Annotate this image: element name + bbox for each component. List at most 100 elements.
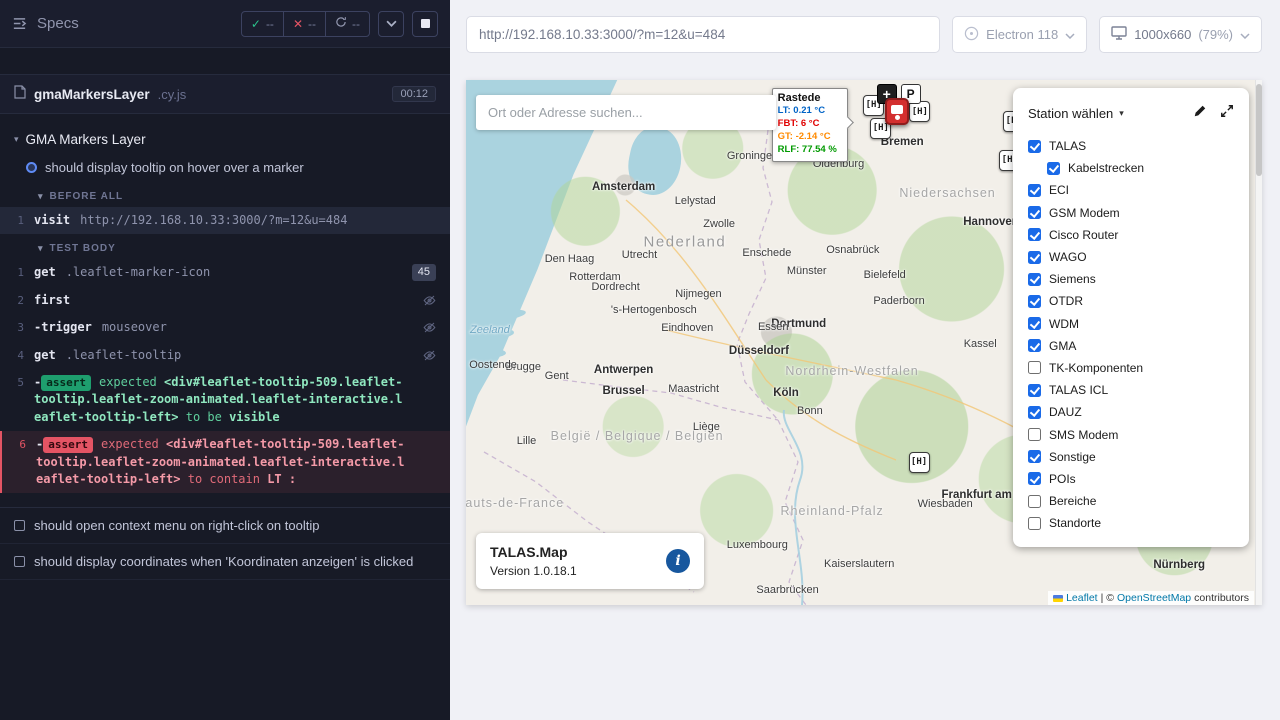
layer-label: WDM [1049,317,1079,331]
layer-checkbox[interactable] [1028,273,1041,286]
layer-item[interactable]: OTDR [1028,290,1234,312]
layer-item[interactable]: WDM [1028,313,1234,335]
layer-item[interactable]: Standorte [1028,512,1234,534]
layer-item[interactable]: Sonstige [1028,446,1234,468]
layer-checkbox[interactable] [1028,228,1041,241]
command-method: first [34,293,70,307]
specs-list-icon[interactable] [12,16,27,31]
layer-item[interactable]: Kabelstrecken [1028,157,1234,179]
layer-checkbox[interactable] [1028,206,1041,219]
spec-duration: 00:12 [392,86,436,102]
station-dropdown[interactable]: Station wählen [1028,106,1113,121]
selected-station-marker[interactable] [885,98,909,125]
layer-checkbox[interactable] [1028,140,1041,153]
tooltip-value: LT: 0.21 °C [778,105,842,118]
check-icon: ✓ [251,17,261,31]
layer-item[interactable]: GMA [1028,335,1234,357]
layer-label: GSM Modem [1049,206,1120,220]
layer-checkbox[interactable] [1047,162,1060,175]
chevron-down-icon: ▾ [38,244,44,253]
layer-item[interactable]: WAGO [1028,246,1234,268]
layer-checkbox[interactable] [1028,295,1041,308]
aut-url[interactable]: http://192.168.10.33:3000/?m=12&u=484 [466,16,940,53]
layer-item[interactable]: Cisco Router [1028,224,1234,246]
stop-icon [421,19,430,28]
map-label: Rheinland-Pfalz [781,504,884,518]
viewport-select[interactable]: 1000x660 (79%) [1099,16,1262,53]
hook-test-body[interactable]: ▾ TEST BODY [0,234,450,259]
command-row-first[interactable]: 2first [0,287,450,314]
command-row-trigger[interactable]: 3-triggermouseover [0,314,450,341]
layer-item[interactable]: ECI [1028,179,1234,201]
layer-checkbox[interactable] [1028,317,1041,330]
active-test-row[interactable]: should display tooltip on hover over a m… [0,153,450,182]
layer-item[interactable]: TK-Komponenten [1028,357,1234,379]
layer-item[interactable]: Siemens [1028,268,1234,290]
layer-checkbox[interactable] [1028,450,1041,463]
command-body: -assertexpected <div#leaflet-tooltip-509… [36,436,406,488]
layer-item[interactable]: SMS Modem [1028,423,1234,445]
edit-pencil-icon[interactable] [1193,104,1207,123]
suite-title[interactable]: ▾ GMA Markers Layer [0,124,450,153]
browser-select[interactable]: Electron 118 [952,16,1087,53]
command-row-get[interactable]: 4get.leaflet-tooltip [0,342,450,369]
map-label: Köln [773,387,799,399]
layer-checkbox[interactable] [1028,184,1041,197]
station-marker[interactable]: [H] [909,101,930,122]
hook-before-all[interactable]: ▾ BEFORE ALL [0,182,450,207]
pending-count: -- [352,17,360,31]
map-label: Den Haag [545,253,595,265]
layer-item[interactable]: TALAS ICL [1028,379,1234,401]
command-message: .leaflet-marker-icon [66,265,211,279]
layer-checkbox[interactable] [1028,339,1041,352]
layer-checkbox[interactable] [1028,406,1041,419]
attribution-separator: | © [1101,592,1114,604]
layer-checkbox[interactable] [1028,361,1041,374]
search-input[interactable] [476,95,776,130]
layer-checkbox[interactable] [1028,428,1041,441]
command-body: get.leaflet-tooltip [34,347,406,364]
layer-checkbox[interactable] [1028,517,1041,530]
info-icon[interactable]: i [666,549,690,573]
expand-icon[interactable] [1220,104,1234,123]
layer-checkbox[interactable] [1028,472,1041,485]
layer-item[interactable]: DAUZ [1028,401,1234,423]
map-label: 's-Hertogenbosch [611,304,697,316]
hook-label-text: TEST BODY [50,243,116,254]
collapse-button[interactable] [378,11,404,37]
pending-test-row[interactable]: should display coordinates when 'Koordin… [0,544,450,580]
aut-iframe-map[interactable]: NederlandNiedersachsenBelgië / Belgique … [466,80,1262,605]
layer-item[interactable]: Bereiche [1028,490,1234,512]
child-command-dash: - [34,375,41,389]
map-label: Brussel [603,385,645,397]
stop-button[interactable] [412,11,438,37]
station-marker[interactable]: [H] [909,452,930,473]
hidden-element-icon [423,294,436,312]
layer-item[interactable]: GSM Modem [1028,202,1234,224]
pending-test-row[interactable]: should open context menu on right-click … [0,508,450,544]
layer-checkbox[interactable] [1028,251,1041,264]
map-scrollbar[interactable] [1255,80,1262,605]
layer-checkbox[interactable] [1028,495,1041,508]
layer-item[interactable]: POIs [1028,468,1234,490]
map-label: Enschede [742,247,791,259]
map-label: Essen [758,321,789,333]
panel-actions [1193,104,1234,123]
layer-item[interactable]: TALAS [1028,135,1234,157]
osm-link[interactable]: OpenStreetMap [1117,592,1191,604]
command-row-visit[interactable]: 1visithttp://192.168.10.33:3000/?m=12&u=… [0,207,450,234]
passed-count: -- [266,17,274,31]
layer-label: TALAS ICL [1049,383,1108,397]
scrollbar-thumb[interactable] [1256,84,1262,176]
command-message: mouseover [102,320,167,334]
spec-file-row[interactable]: gmaMarkersLayer .cy.js 00:12 [0,74,450,114]
layer-checkbox[interactable] [1028,384,1041,397]
leaflet-link[interactable]: Leaflet [1066,592,1098,604]
command-row-assert[interactable]: 5-assertexpected <div#leaflet-tooltip-50… [0,369,450,431]
layer-label: TALAS [1049,139,1086,153]
suite-block: ▾ GMA Markers Layer should display toolt… [0,114,450,493]
command-row-get[interactable]: 1get.leaflet-marker-icon45 [0,259,450,286]
map-label: Bonn [797,405,823,417]
command-row-assert[interactable]: 6-assertexpected <div#leaflet-tooltip-50… [0,431,450,493]
command-number: 1 [0,264,34,281]
